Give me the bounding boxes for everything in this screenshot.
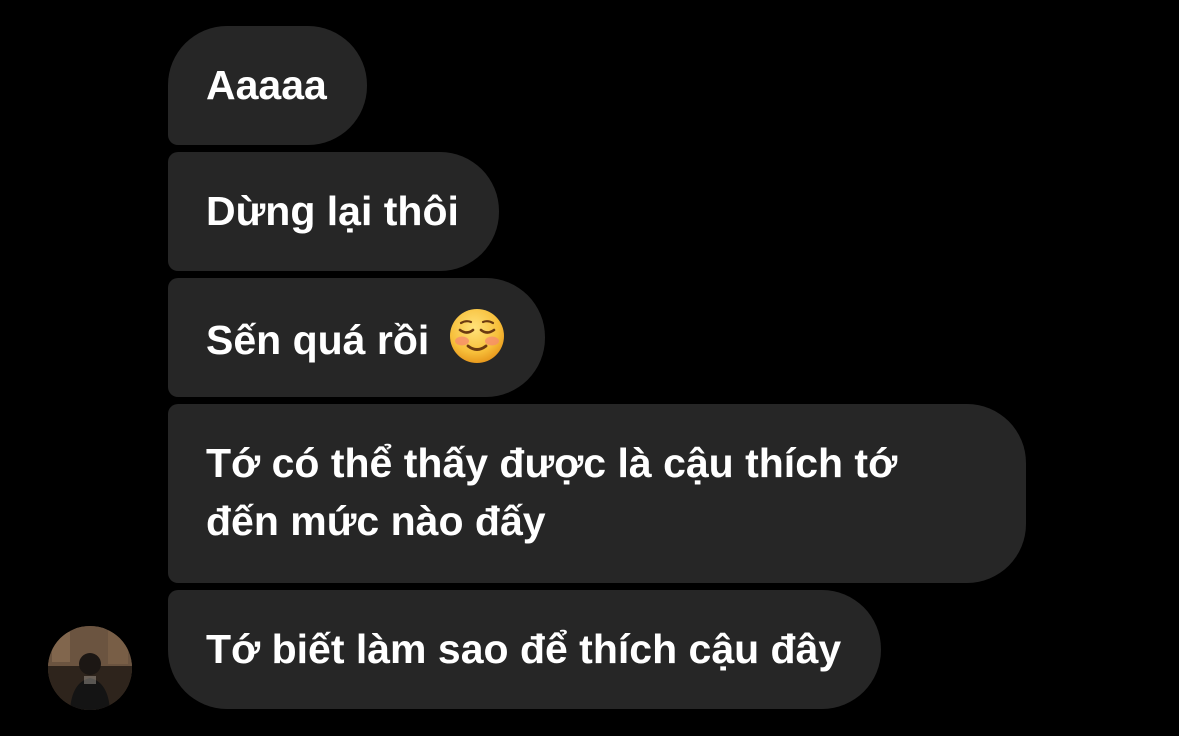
message-text: Tớ có thể thấy được là cậu thích tớ đến …: [206, 440, 898, 544]
message-bubble[interactable]: Sến quá rồi: [168, 278, 545, 397]
message-bubble[interactable]: Dừng lại thôi: [168, 152, 499, 271]
avatar[interactable]: [48, 626, 132, 710]
message-text: Tớ biết làm sao để thích cậu đây: [206, 626, 842, 672]
message-text: Dừng lại thôi: [206, 188, 459, 234]
message-text: Sến quá rồi: [206, 317, 430, 363]
message-bubble[interactable]: Aaaaa: [168, 26, 367, 145]
chat-thread: Aaaaa Dừng lại thôi Sến quá rồi Tớ có th…: [0, 0, 1179, 736]
message-text: Aaaaa: [206, 62, 327, 108]
message-bubble[interactable]: Tớ có thể thấy được là cậu thích tớ đến …: [168, 404, 1026, 583]
message-bubble[interactable]: Tớ biết làm sao để thích cậu đây: [168, 590, 882, 709]
smiling-face-with-blush-icon: [449, 308, 505, 364]
